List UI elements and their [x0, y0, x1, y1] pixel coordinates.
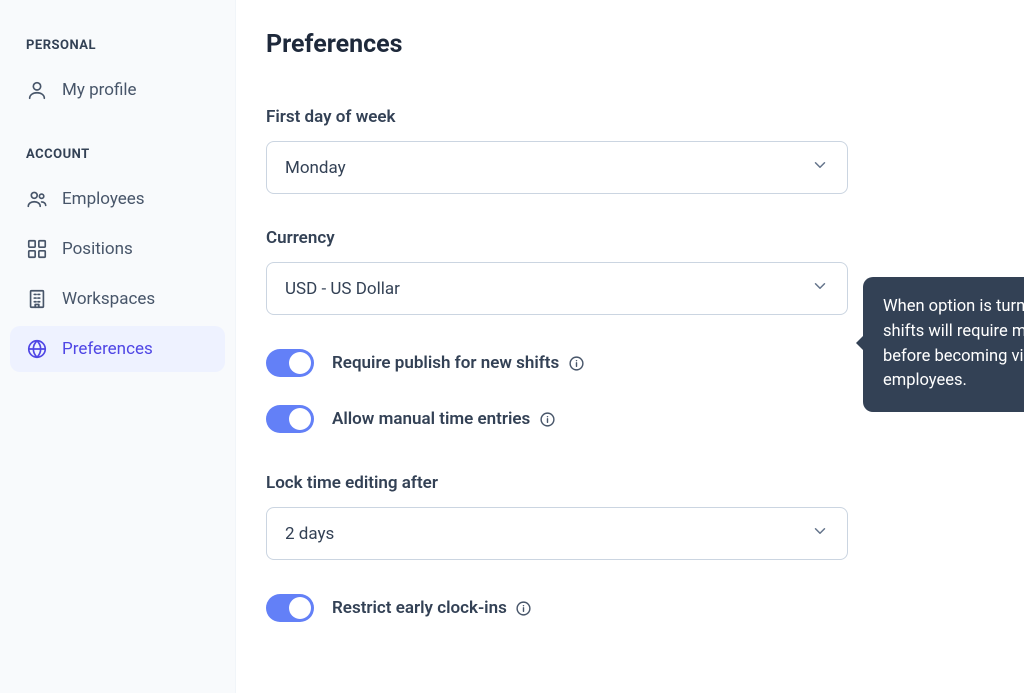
toggle-label-text: Allow manual time entries — [332, 409, 530, 429]
chevron-down-icon — [811, 277, 829, 300]
field-lock-time-editing: Lock time editing after 2 days — [266, 473, 984, 560]
toggle-label: Require publish for new shifts — [332, 353, 585, 373]
sidebar-item-label: Positions — [62, 239, 133, 259]
first-day-of-week-select[interactable]: Monday — [266, 141, 848, 194]
field-label: Currency — [266, 228, 984, 248]
globe-icon — [26, 338, 48, 360]
toggle-label-text: Require publish for new shifts — [332, 353, 559, 373]
select-value: 2 days — [285, 524, 334, 544]
restrict-early-clock-ins-toggle[interactable] — [266, 594, 314, 622]
field-label: Lock time editing after — [266, 473, 984, 493]
sidebar: PERSONAL My profile ACCOUNT Employees Po… — [0, 0, 236, 693]
sidebar-section-account: ACCOUNT — [10, 141, 225, 176]
main-content: Preferences First day of week Monday Cur… — [236, 0, 1024, 693]
sidebar-item-preferences[interactable]: Preferences — [10, 326, 225, 372]
chevron-down-icon — [811, 522, 829, 545]
toggle-label: Restrict early clock-ins — [332, 598, 533, 618]
sidebar-item-label: Employees — [62, 189, 145, 209]
info-icon[interactable] — [538, 410, 556, 428]
tooltip: When option is turned on, new shifts wil… — [863, 277, 1024, 412]
sidebar-item-positions[interactable]: Positions — [10, 226, 225, 272]
field-first-day-of-week: First day of week Monday — [266, 107, 984, 194]
toggle-restrict-early-clock-ins-row: Restrict early clock-ins — [266, 594, 984, 622]
chevron-down-icon — [811, 156, 829, 179]
sidebar-item-employees[interactable]: Employees — [10, 176, 225, 222]
building-icon — [26, 288, 48, 310]
field-label: First day of week — [266, 107, 984, 127]
users-icon — [26, 188, 48, 210]
grid-icon — [26, 238, 48, 260]
user-icon — [26, 79, 48, 101]
sidebar-section-personal: PERSONAL — [10, 32, 225, 67]
toggle-label: Allow manual time entries — [332, 409, 556, 429]
lock-time-editing-select[interactable]: 2 days — [266, 507, 848, 560]
sidebar-item-workspaces[interactable]: Workspaces — [10, 276, 225, 322]
select-value: Monday — [285, 158, 346, 178]
require-publish-toggle[interactable] — [266, 349, 314, 377]
sidebar-item-label: Preferences — [62, 339, 153, 359]
page-title: Preferences — [266, 30, 984, 59]
toggle-label-text: Restrict early clock-ins — [332, 598, 507, 618]
sidebar-item-my-profile[interactable]: My profile — [10, 67, 225, 113]
sidebar-item-label: Workspaces — [62, 289, 155, 309]
select-value: USD - US Dollar — [285, 279, 400, 299]
info-icon[interactable] — [515, 599, 533, 617]
allow-manual-time-toggle[interactable] — [266, 405, 314, 433]
tooltip-text: When option is turned on, new shifts wil… — [883, 297, 1024, 390]
currency-select[interactable]: USD - US Dollar — [266, 262, 848, 315]
info-icon[interactable] — [567, 354, 585, 372]
sidebar-item-label: My profile — [62, 80, 137, 100]
